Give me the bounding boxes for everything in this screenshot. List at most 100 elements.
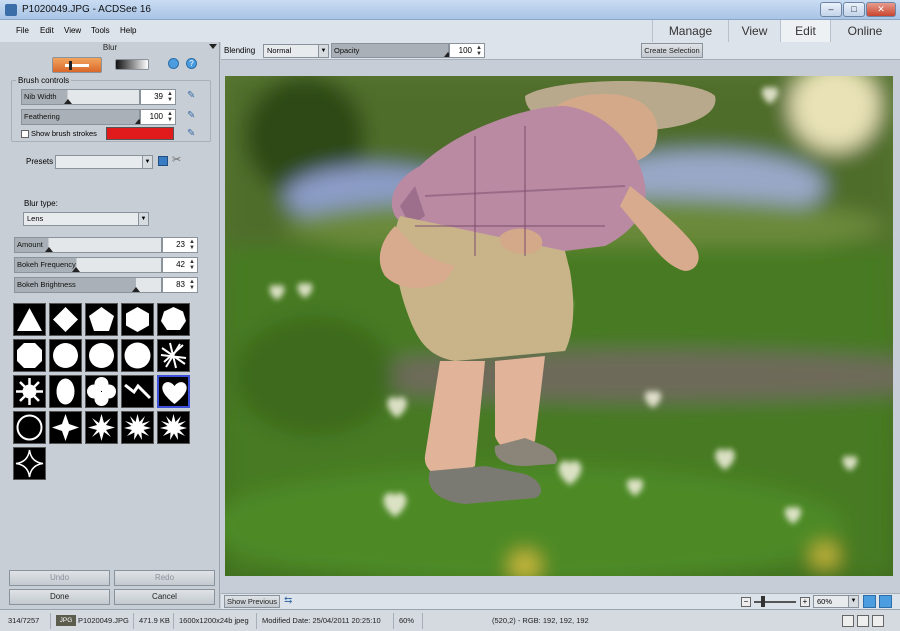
minimize-button[interactable]: –: [820, 2, 842, 17]
shape-decagon[interactable]: [85, 339, 118, 372]
menu-help[interactable]: Help: [120, 26, 136, 35]
shape-sparkle[interactable]: [13, 447, 46, 480]
shape-circle[interactable]: [121, 339, 154, 372]
gradient-mode-button[interactable]: [115, 59, 149, 70]
redo-button[interactable]: Redo: [114, 570, 215, 586]
status-separator: [173, 613, 174, 629]
bokeh-frequency-slider[interactable]: Bokeh Frequency: [14, 257, 162, 273]
spin-arrows-icon[interactable]: ▲ ▼: [167, 91, 173, 103]
chevron-down-icon: ▼: [848, 596, 858, 607]
spin-arrows-icon[interactable]: ▲ ▼: [189, 279, 195, 291]
help-icon[interactable]: ?: [186, 58, 197, 69]
image-toolbar: Blending Normal ▼ Opacity 100 ▲ ▼ Create Se…: [221, 42, 900, 60]
zoom-dropdown[interactable]: 60% ▼: [813, 595, 859, 608]
panel-menu-arrow-icon[interactable]: [209, 44, 217, 49]
shape-lightning[interactable]: [121, 375, 154, 408]
shape-ellipse[interactable]: [49, 375, 82, 408]
menu-edit[interactable]: Edit: [40, 26, 54, 35]
shape-pentagon[interactable]: [85, 303, 118, 336]
status-separator: [256, 613, 257, 629]
shape-hexagon[interactable]: [121, 303, 154, 336]
shape-heart-selected[interactable]: [157, 375, 190, 408]
tab-online[interactable]: Online: [830, 20, 899, 42]
shape-star-4[interactable]: [49, 411, 82, 444]
brush-pick-icon[interactable]: ✎: [187, 90, 199, 102]
feathering-value[interactable]: 100 ▲ ▼: [140, 109, 176, 125]
status-info-icon[interactable]: [872, 615, 884, 627]
shape-ring[interactable]: [13, 411, 46, 444]
maximize-button[interactable]: □: [843, 2, 865, 17]
status-bar: 314/7257 JPG P1020049.JPG 471.9 KB 1600x…: [0, 609, 900, 631]
amount-value[interactable]: 23 ▲ ▼: [162, 237, 198, 253]
shape-heptagon[interactable]: [157, 303, 190, 336]
status-view-icon[interactable]: [857, 615, 869, 627]
spin-arrows-icon[interactable]: ▲ ▼: [189, 259, 195, 271]
spin-arrows-icon[interactable]: ▲ ▼: [167, 111, 173, 123]
brush-mode-button[interactable]: [52, 57, 102, 73]
actual-size-icon[interactable]: [879, 595, 892, 608]
shape-nonagon[interactable]: [49, 339, 82, 372]
feather-pick-icon[interactable]: ✎: [187, 110, 199, 122]
bokeh-brightness-value[interactable]: 83 ▲ ▼: [162, 277, 198, 293]
status-grid-icon[interactable]: [842, 615, 854, 627]
presets-dropdown[interactable]: ▼: [55, 155, 153, 169]
color-pick-icon[interactable]: ✎: [187, 128, 199, 140]
bokeh-frequency-thumb[interactable]: [72, 267, 81, 272]
shape-triangle[interactable]: [13, 303, 46, 336]
undo-button[interactable]: Undo: [9, 570, 110, 586]
zoom-in-icon[interactable]: +: [800, 597, 810, 607]
title-bar: P1020049.JPG - ACDSee 16 – □ ✕: [0, 0, 900, 20]
amount-thumb[interactable]: [44, 247, 53, 252]
nib-width-thumb[interactable]: [63, 99, 72, 104]
shape-diamond[interactable]: [49, 303, 82, 336]
shape-starburst[interactable]: [121, 411, 154, 444]
create-selection-button[interactable]: Create Selection: [641, 43, 703, 58]
zoom-slider-thumb[interactable]: [761, 596, 765, 607]
spin-arrows-icon[interactable]: ▲ ▼: [476, 45, 482, 57]
shape-octagon[interactable]: [13, 339, 46, 372]
save-preset-icon[interactable]: [158, 156, 168, 166]
photo-preview[interactable]: [225, 76, 893, 576]
fit-to-window-icon[interactable]: [863, 595, 876, 608]
opacity-value[interactable]: 100 ▲ ▼: [449, 43, 485, 58]
close-button[interactable]: ✕: [866, 2, 896, 17]
spin-arrows-icon[interactable]: ▲ ▼: [189, 239, 195, 251]
blur-type-label: Blur type:: [24, 199, 58, 208]
shape-scratch[interactable]: [157, 339, 190, 372]
compare-icon[interactable]: ⇆: [284, 596, 295, 607]
show-strokes-checkbox[interactable]: [21, 130, 29, 138]
delete-preset-icon[interactable]: ✂: [172, 153, 181, 166]
bokeh-brightness-label: Bokeh Brightness: [17, 280, 76, 289]
zoom-out-icon[interactable]: −: [741, 597, 751, 607]
menu-view[interactable]: View: [64, 26, 81, 35]
feathering-slider[interactable]: Feathering: [21, 109, 143, 125]
cancel-button[interactable]: Cancel: [114, 589, 215, 605]
image-canvas[interactable]: [221, 60, 900, 593]
status-file-index: 314/7257: [8, 616, 40, 625]
brush-stroke-color-swatch[interactable]: [106, 127, 174, 140]
shape-starburst-large[interactable]: [157, 411, 190, 444]
blending-dropdown[interactable]: Normal ▼: [263, 44, 329, 58]
amount-slider[interactable]: Amount: [14, 237, 162, 253]
blur-type-dropdown[interactable]: Lens ▼: [23, 212, 149, 226]
menu-tools[interactable]: Tools: [91, 26, 110, 35]
status-pixel-info: (520,2) - RGB: 192, 192, 192: [492, 616, 589, 625]
done-button[interactable]: Done: [9, 589, 110, 605]
reset-icon[interactable]: [168, 58, 179, 69]
tab-edit[interactable]: Edit: [780, 20, 830, 42]
menu-file[interactable]: File: [16, 26, 29, 35]
shape-star-8[interactable]: [85, 411, 118, 444]
status-filename: P1020049.JPG: [78, 616, 129, 625]
bokeh-brightness-slider[interactable]: Bokeh Brightness: [14, 277, 162, 293]
bokeh-brightness-thumb[interactable]: [132, 287, 141, 292]
nib-width-value[interactable]: 39 ▲ ▼: [140, 89, 176, 105]
bokeh-frequency-value[interactable]: 42 ▲ ▼: [162, 257, 198, 273]
nib-width-slider[interactable]: Nib Width: [21, 89, 140, 105]
opacity-slider[interactable]: Opacity: [331, 43, 452, 58]
shape-splat[interactable]: [13, 375, 46, 408]
show-previous-button[interactable]: Show Previous: [224, 595, 280, 608]
shape-flower[interactable]: [85, 375, 118, 408]
tab-view[interactable]: View: [728, 20, 780, 42]
tab-manage[interactable]: Manage: [652, 20, 728, 42]
status-separator: [133, 613, 134, 629]
